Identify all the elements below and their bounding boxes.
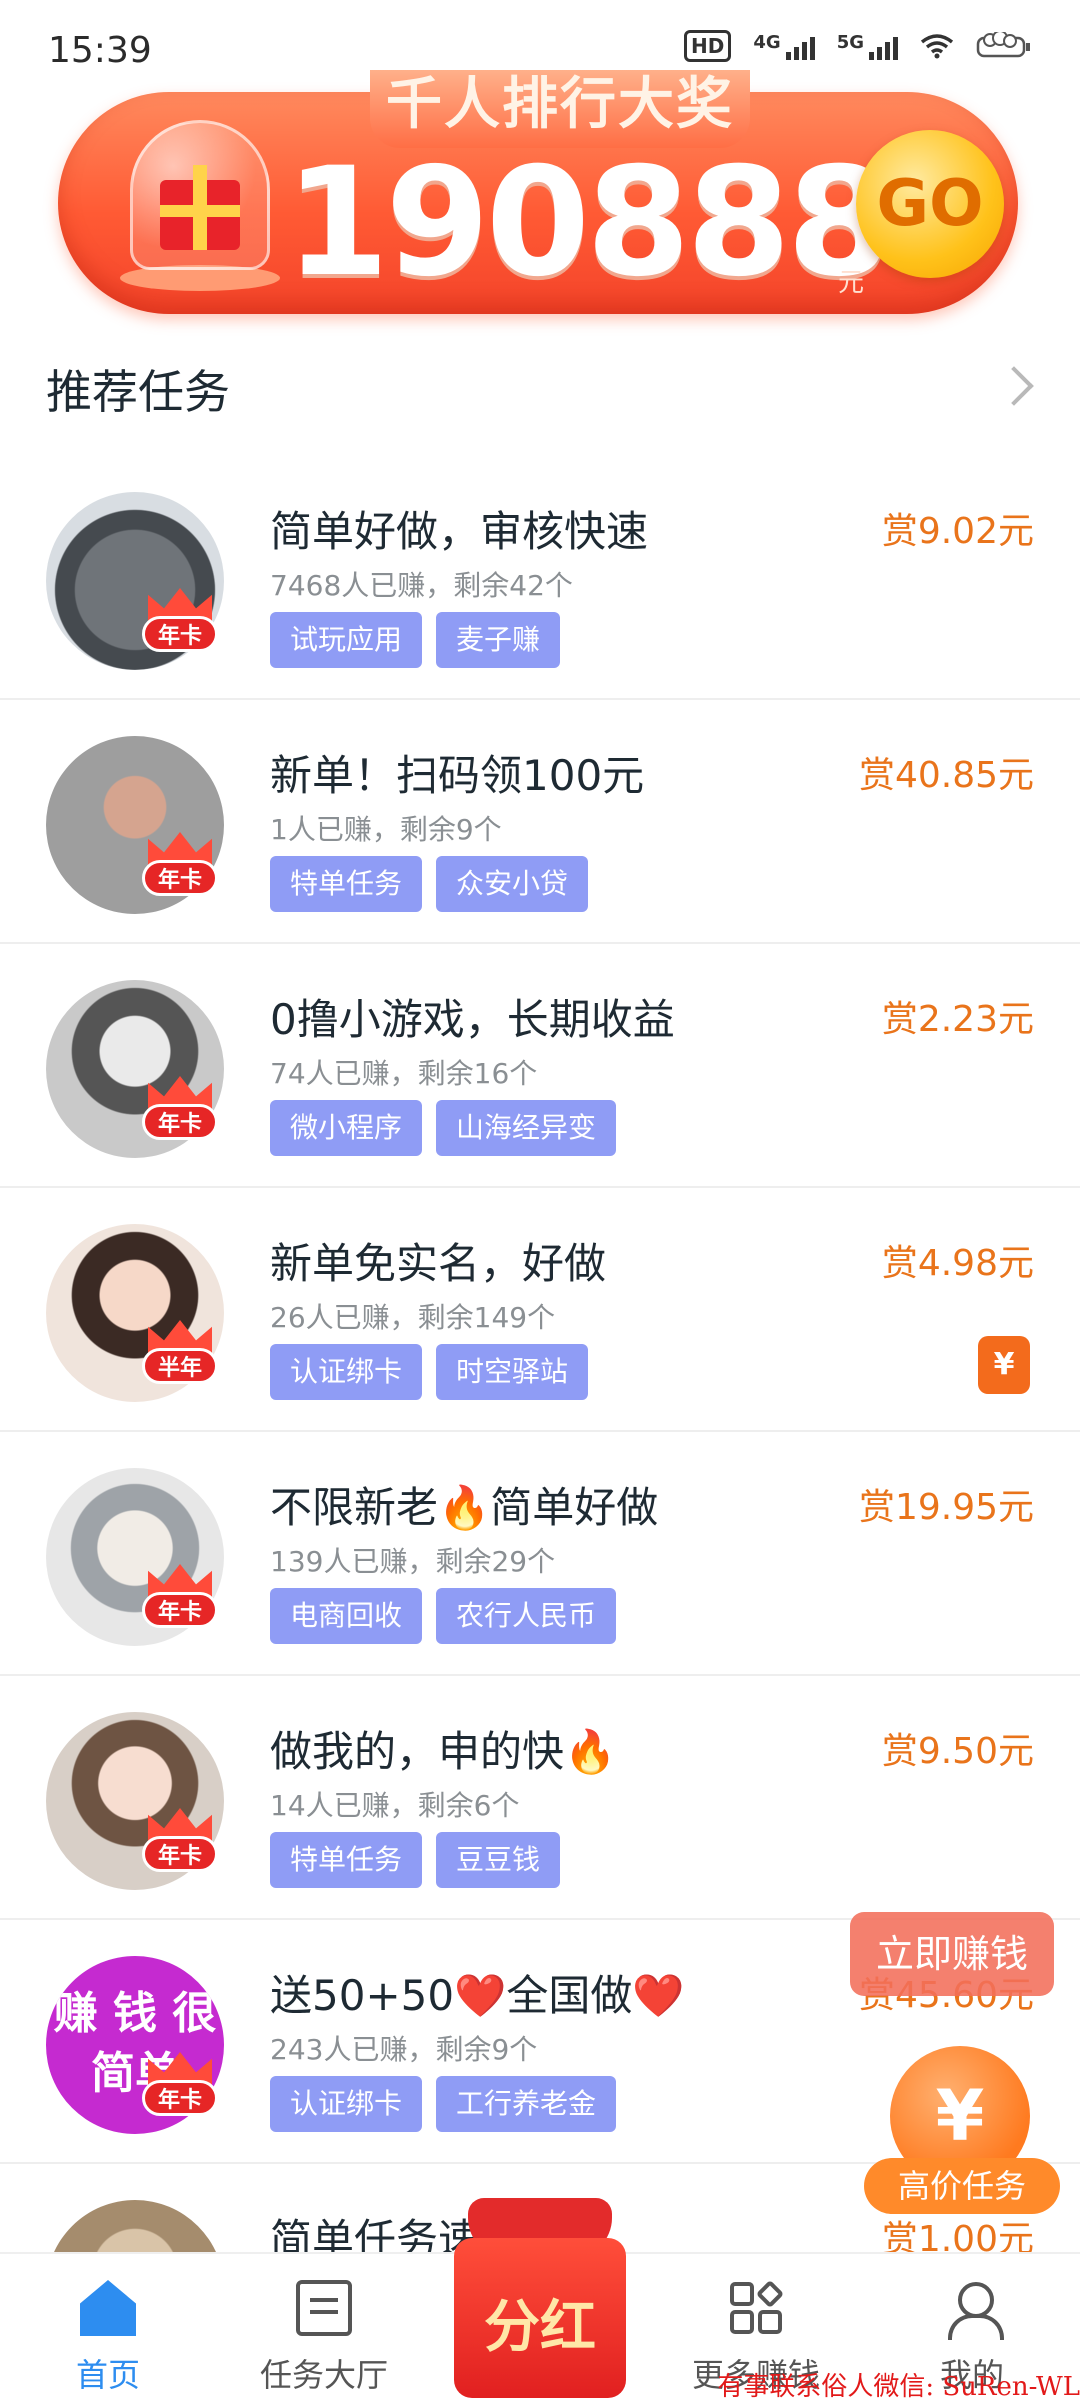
- task-tag: 认证绑卡: [270, 2076, 423, 2132]
- task-title: 0撸小游戏，长期收益: [270, 995, 675, 1044]
- task-reward: 赏9.50元: [881, 1731, 1034, 1772]
- task-reward: 赏40.85元: [858, 755, 1034, 796]
- task-tag: 微小程序: [270, 1100, 423, 1156]
- grid-icon: [728, 2280, 784, 2336]
- task-tags: 试玩应用 麦子赚: [270, 612, 561, 668]
- membership-crown-badge: 年卡: [142, 1076, 218, 1140]
- task-meta: 139人已赚，剩余29个: [270, 1545, 556, 1578]
- gift-box-icon: [120, 120, 280, 300]
- membership-label: 年卡: [142, 2080, 218, 2116]
- user-icon: [944, 2280, 1004, 2340]
- membership-label: 年卡: [142, 1104, 218, 1140]
- task-tag: 特单任务: [270, 1832, 423, 1888]
- task-tag: 试玩应用: [270, 612, 423, 668]
- banner-title: 千人排行大奖: [386, 72, 734, 137]
- hd-icon: HD: [684, 30, 732, 62]
- task-tags: 认证绑卡 工行养老金: [270, 2076, 617, 2132]
- dividend-button[interactable]: 分红: [454, 2198, 626, 2398]
- task-row[interactable]: 年卡 不限新老🔥简单好做 139人已赚，剩余29个电商回收 农行人民币 赏19.95元: [0, 1432, 1080, 1676]
- task-tag: 特单任务: [270, 856, 423, 912]
- task-tag: 麦子赚: [436, 612, 561, 668]
- home-icon: [80, 2280, 136, 2336]
- task-meta: 1人已赚，剩余9个: [270, 813, 502, 846]
- membership-crown-badge: 半年: [142, 1320, 218, 1384]
- task-tags: 认证绑卡 时空驿站: [270, 1344, 589, 1400]
- membership-label: 半年: [142, 1348, 218, 1384]
- task-row[interactable]: 半年 新单免实名，好做 26人已赚，剩余149个认证绑卡 时空驿站 赏4.98元 ¥: [0, 1188, 1080, 1432]
- chevron-right-icon[interactable]: [994, 366, 1034, 406]
- task-meta: 243人已赚，剩余9个: [270, 2033, 538, 2066]
- high-price-task-button[interactable]: ¥ 高价任务: [864, 2046, 1060, 2246]
- membership-label: 年卡: [142, 1592, 218, 1628]
- membership-label: 年卡: [142, 616, 218, 652]
- task-row[interactable]: 年卡 简单好做，审核快速 7468人已赚，剩余42个试玩应用 麦子赚 赏9.02元: [0, 456, 1080, 700]
- signal-5g-icon: 5G: [837, 32, 898, 60]
- status-icons: HD 4G 5G: [684, 30, 1032, 62]
- task-reward: 赏19.95元: [858, 1487, 1034, 1528]
- signal-4g-icon: 4G: [753, 32, 815, 60]
- membership-crown-badge: 年卡: [142, 1564, 218, 1628]
- wifi-icon: [920, 34, 954, 59]
- membership-label: 年卡: [142, 1836, 218, 1872]
- membership-crown-badge: 年卡: [142, 588, 218, 652]
- dividend-label: 分红: [484, 2295, 596, 2360]
- membership-label: 年卡: [142, 860, 218, 896]
- nav-task-hall[interactable]: 任务大厅: [216, 2254, 432, 2400]
- task-tag: 电商回收: [270, 1588, 423, 1644]
- task-tags: 电商回收 农行人民币: [270, 1588, 617, 1644]
- membership-crown-badge: 年卡: [142, 832, 218, 896]
- task-title: 做我的，申的快🔥: [270, 1727, 617, 1776]
- task-meta: 7468人已赚，剩余42个: [270, 569, 573, 602]
- task-tag: 时空驿站: [436, 1344, 589, 1400]
- battery-icon: [976, 32, 1030, 58]
- task-tag: 农行人民币: [436, 1588, 617, 1644]
- status-time: 15:39: [48, 30, 152, 71]
- earn-now-button[interactable]: 立即赚钱: [850, 1912, 1054, 1996]
- document-icon: [296, 2280, 352, 2336]
- yen-icon: ¥: [978, 1336, 1030, 1394]
- task-row[interactable]: 年卡 新单！扫码领100元 1人已赚，剩余9个特单任务 众安小贷 赏40.85元: [0, 700, 1080, 944]
- task-meta: 74人已赚，剩余16个: [270, 1057, 538, 1090]
- task-title: 不限新老🔥简单好做: [270, 1483, 659, 1532]
- task-reward: 赏9.02元: [881, 511, 1034, 552]
- task-title: 简单好做，审核快速: [270, 507, 649, 556]
- nav-home[interactable]: 首页: [0, 2254, 216, 2400]
- go-button[interactable]: GO: [856, 130, 1004, 278]
- task-tag: 豆豆钱: [436, 1832, 561, 1888]
- task-title: 新单免实名，好做: [270, 1239, 607, 1288]
- task-tags: 微小程序 山海经异变: [270, 1100, 617, 1156]
- task-tags: 特单任务 众安小贷: [270, 856, 589, 912]
- task-title: 送50+50❤️全国做❤️: [270, 1971, 685, 2020]
- task-tag: 工行养老金: [436, 2076, 617, 2132]
- task-tag: 山海经异变: [436, 1100, 617, 1156]
- task-tags: 特单任务 豆豆钱: [270, 1832, 561, 1888]
- banner-amount: 190888: [285, 136, 891, 310]
- task-row[interactable]: 年卡 0撸小游戏，长期收益 74人已赚，剩余16个微小程序 山海经异变 赏2.23元: [0, 944, 1080, 1188]
- task-reward: 赏4.98元: [881, 1243, 1034, 1284]
- task-meta: 26人已赚，剩余149个: [270, 1301, 556, 1334]
- task-title: 新单！扫码领100元: [270, 751, 645, 800]
- nav-task-hall-label: 任务大厅: [259, 2356, 388, 2394]
- task-tag: 众安小贷: [436, 856, 589, 912]
- section-title: 推荐任务: [46, 365, 230, 419]
- task-row[interactable]: 年卡 做我的，申的快🔥 14人已赚，剩余6个特单任务 豆豆钱 赏9.50元: [0, 1676, 1080, 1920]
- high-price-label: 高价任务: [864, 2158, 1060, 2214]
- task-tag: 认证绑卡: [270, 1344, 423, 1400]
- task-reward: 赏2.23元: [881, 999, 1034, 1040]
- membership-crown-badge: 年卡: [142, 1808, 218, 1872]
- go-label: GO: [876, 167, 984, 241]
- nav-home-label: 首页: [75, 2356, 140, 2394]
- membership-crown-badge: 年卡: [142, 2052, 218, 2116]
- watermark: 有事联系俗人微信: SuRen-WL: [717, 2372, 1080, 2400]
- task-meta: 14人已赚，剩余6个: [270, 1789, 520, 1822]
